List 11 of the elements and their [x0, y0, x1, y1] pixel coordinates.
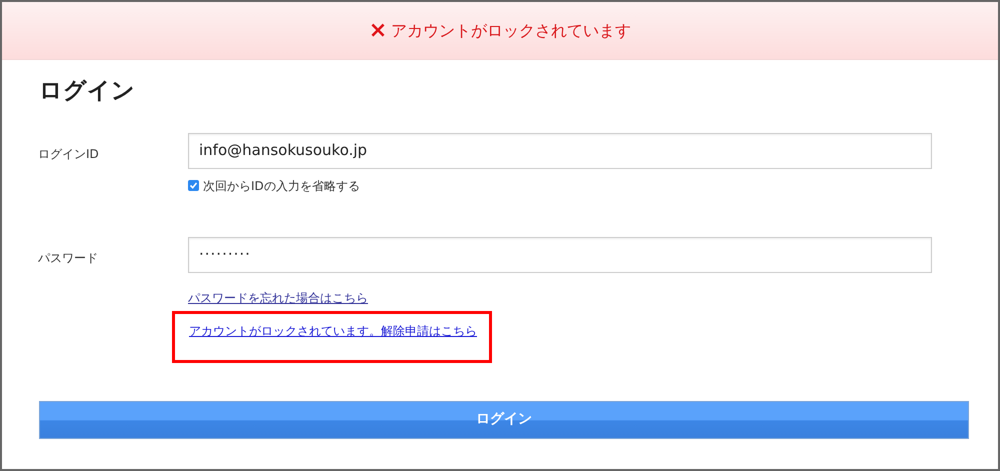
- checkbox-label: 次回からIDの入力を省略する: [203, 178, 360, 194]
- password-field[interactable]: ·········: [188, 236, 932, 272]
- field-label: パスワード: [37, 250, 99, 266]
- field-label: ログインID: [37, 146, 100, 162]
- error-icon: ×: [368, 20, 388, 42]
- link[interactable]: パスワードを忘れた場合はこちら: [188, 290, 368, 304]
- page-title: ログイン: [39, 77, 136, 106]
- login-id-field[interactable]: info@hansokusouko.jp: [188, 132, 932, 168]
- checkbox[interactable]: [188, 180, 199, 191]
- link[interactable]: アカウントがロックされています。解除申請はこちら: [189, 324, 477, 338]
- alert-message: アカウントがロックされています: [391, 20, 632, 42]
